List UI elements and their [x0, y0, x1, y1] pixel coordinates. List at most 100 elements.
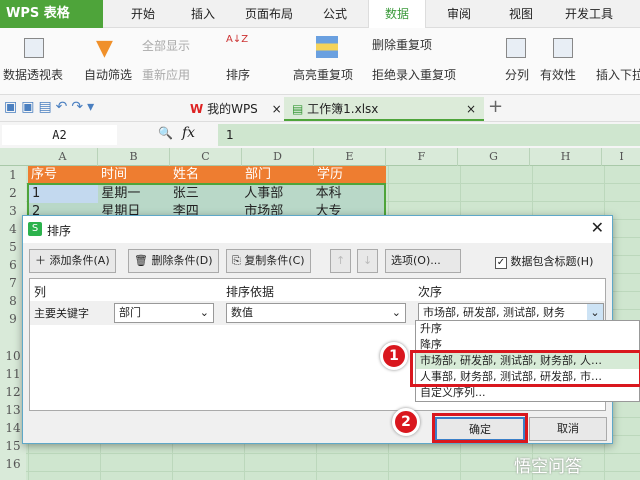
reapply-button[interactable]: 重新应用 — [142, 66, 190, 83]
tab-data[interactable]: 数据 — [368, 0, 426, 28]
dialog-title-bar[interactable]: S 排序 ✕ — [23, 216, 612, 243]
validity-icon — [553, 38, 573, 58]
column-header-a[interactable]: A — [28, 148, 98, 166]
basis-heading: 排序依据 — [226, 285, 275, 299]
cell-a2[interactable]: 1 — [29, 185, 99, 203]
basis-select[interactable]: 数值 ⌄ — [226, 303, 406, 323]
option-custom-sequence[interactable]: 自定义序列... — [416, 385, 639, 401]
add-condition-button[interactable]: ＋ 添加条件(A) — [29, 249, 116, 273]
tab-home[interactable]: 开始 — [118, 0, 168, 28]
remove-dup-button[interactable]: 删除重复项 — [372, 36, 432, 53]
dialog-title: 排序 — [47, 224, 72, 238]
label: 删除条件(D) — [151, 254, 213, 267]
cancel-button[interactable]: 取消 — [529, 417, 607, 441]
cell[interactable]: 星期一 — [98, 185, 169, 203]
column-headers: A B C D E F G H I — [0, 148, 640, 166]
value: 部门 — [119, 306, 141, 319]
move-down-button[interactable]: ↓ — [357, 249, 379, 273]
option-ascending[interactable]: 升序 — [416, 321, 639, 337]
insert-dropdown-button[interactable]: 插入下拉 — [596, 66, 640, 83]
doc-tab-label: 我的WPS — [207, 102, 258, 116]
options-button[interactable]: 选项(O)... — [385, 249, 461, 273]
row-header[interactable]: 1 — [0, 166, 26, 184]
wps-app-menu[interactable]: WPS 表格 — [0, 0, 103, 28]
chevron-down-icon: ⌄ — [391, 306, 401, 319]
show-all-button[interactable]: 全部显示 — [142, 37, 190, 54]
annotation-badge-2: 2 — [392, 408, 420, 436]
column-header-i[interactable]: I — [602, 148, 640, 166]
wps-sheet-icon: S — [28, 222, 42, 236]
has-header-checkbox[interactable]: ✓ 数据包含标题(H) — [495, 253, 593, 269]
column-header-h[interactable]: H — [530, 148, 602, 166]
doc-tab-workbook[interactable]: ▤ 工作簿1.xlsx × — [284, 97, 484, 121]
plus-icon: ＋ — [35, 254, 46, 267]
watermark: 悟空问答 — [514, 457, 582, 477]
tab-page-layout[interactable]: 页面布局 — [238, 0, 300, 28]
close-icon[interactable]: ✕ — [591, 218, 604, 237]
close-icon[interactable]: × — [466, 97, 476, 121]
column-header-c[interactable]: C — [170, 148, 242, 166]
highlight-box-options — [410, 350, 640, 387]
fx-button[interactable]: fx — [182, 125, 195, 141]
quick-access-icons[interactable]: ▣▣▤↶↷▾ — [4, 99, 98, 115]
tab-view[interactable]: 视图 — [496, 0, 546, 28]
cell[interactable]: 时间 — [98, 166, 170, 184]
copy-condition-button[interactable]: ⎘ 复制条件(C) — [226, 249, 311, 273]
checkbox-checked-icon: ✓ — [495, 257, 507, 269]
ribbon: 数据透视表 ▼ 自动筛选 全部显示 重新应用 A↓Z 排序 高亮重复项 删除重复… — [0, 28, 640, 95]
cell[interactable]: 学历 — [314, 166, 386, 184]
tab-review[interactable]: 审阅 — [434, 0, 484, 28]
split-column-button[interactable]: 分列 — [505, 66, 529, 83]
order-heading: 次序 — [418, 285, 443, 299]
validity-button[interactable]: 有效性 — [540, 66, 576, 83]
column-header-e[interactable]: E — [314, 148, 386, 166]
autofilter-button[interactable]: 自动筛选 — [84, 66, 132, 83]
column-heading: 列 — [34, 285, 47, 299]
highlight-dup-button[interactable]: 高亮重复项 — [293, 66, 353, 83]
reject-dup-button[interactable]: 拒绝录入重复项 — [372, 66, 456, 83]
value: 市场部, 研发部, 测试部, 财务 — [423, 306, 565, 319]
header-row: 序号 时间 姓名 部门 学历 — [28, 166, 386, 184]
sort-button[interactable]: 排序 — [226, 66, 250, 83]
row-header[interactable]: 2 — [0, 184, 26, 202]
column-header-f[interactable]: F — [386, 148, 458, 166]
tab-insert[interactable]: 插入 — [178, 0, 228, 28]
highlight-dup-icon — [316, 36, 338, 58]
quick-access-bar: ▣▣▤↶↷▾ W 我的WPS × ▤ 工作簿1.xlsx × + — [0, 95, 640, 122]
doc-tab-label: 工作簿1.xlsx — [307, 102, 379, 116]
cell[interactable]: 部门 — [242, 166, 314, 184]
trash-icon: 🗑 — [134, 254, 148, 267]
close-icon[interactable]: × — [272, 102, 282, 116]
doc-tab-my-wps[interactable]: W 我的WPS × — [182, 97, 282, 121]
annotation-badge-1: 1 — [380, 342, 408, 370]
cell[interactable]: 序号 — [28, 166, 98, 184]
name-box[interactable]: A2 — [2, 125, 117, 145]
value: 数值 — [231, 306, 253, 319]
cell[interactable]: 本科 — [313, 185, 384, 203]
menu-tab-bar: WPS 表格 开始 插入 页面布局 公式 数据 审阅 视图 开发工具 — [0, 0, 640, 28]
zoom-lookup-icon[interactable]: 🔍 — [158, 126, 173, 140]
column-header-b[interactable]: B — [98, 148, 170, 166]
column-header-g[interactable]: G — [458, 148, 530, 166]
new-tab-icon[interactable]: + — [488, 96, 503, 117]
cell[interactable]: 姓名 — [170, 166, 242, 184]
tab-developer[interactable]: 开发工具 — [556, 0, 622, 28]
column-header-d[interactable]: D — [242, 148, 314, 166]
wps-logo-icon: W — [190, 102, 204, 116]
label: 添加条件(A) — [49, 254, 110, 267]
row-header[interactable]: 16 — [0, 455, 26, 473]
excel-file-icon: ▤ — [292, 102, 304, 116]
split-column-icon — [506, 38, 526, 58]
delete-condition-button[interactable]: 🗑 删除条件(D) — [128, 249, 219, 273]
sort-asc-icon[interactable]: A↓Z — [226, 34, 248, 45]
formula-input[interactable]: 1 — [218, 124, 640, 146]
cell[interactable]: 人事部 — [241, 185, 312, 203]
move-up-button[interactable]: ↑ — [330, 249, 352, 273]
pivot-table-button[interactable]: 数据透视表 — [3, 66, 63, 83]
tab-formulas[interactable]: 公式 — [310, 0, 360, 28]
label: 复制条件(C) — [244, 254, 305, 267]
formula-bar: A2 🔍 fx 1 — [0, 122, 640, 148]
primary-key-label: 主要关键字 — [34, 307, 89, 320]
column-select[interactable]: 部门 ⌄ — [114, 303, 214, 323]
cell[interactable]: 张三 — [170, 185, 241, 203]
